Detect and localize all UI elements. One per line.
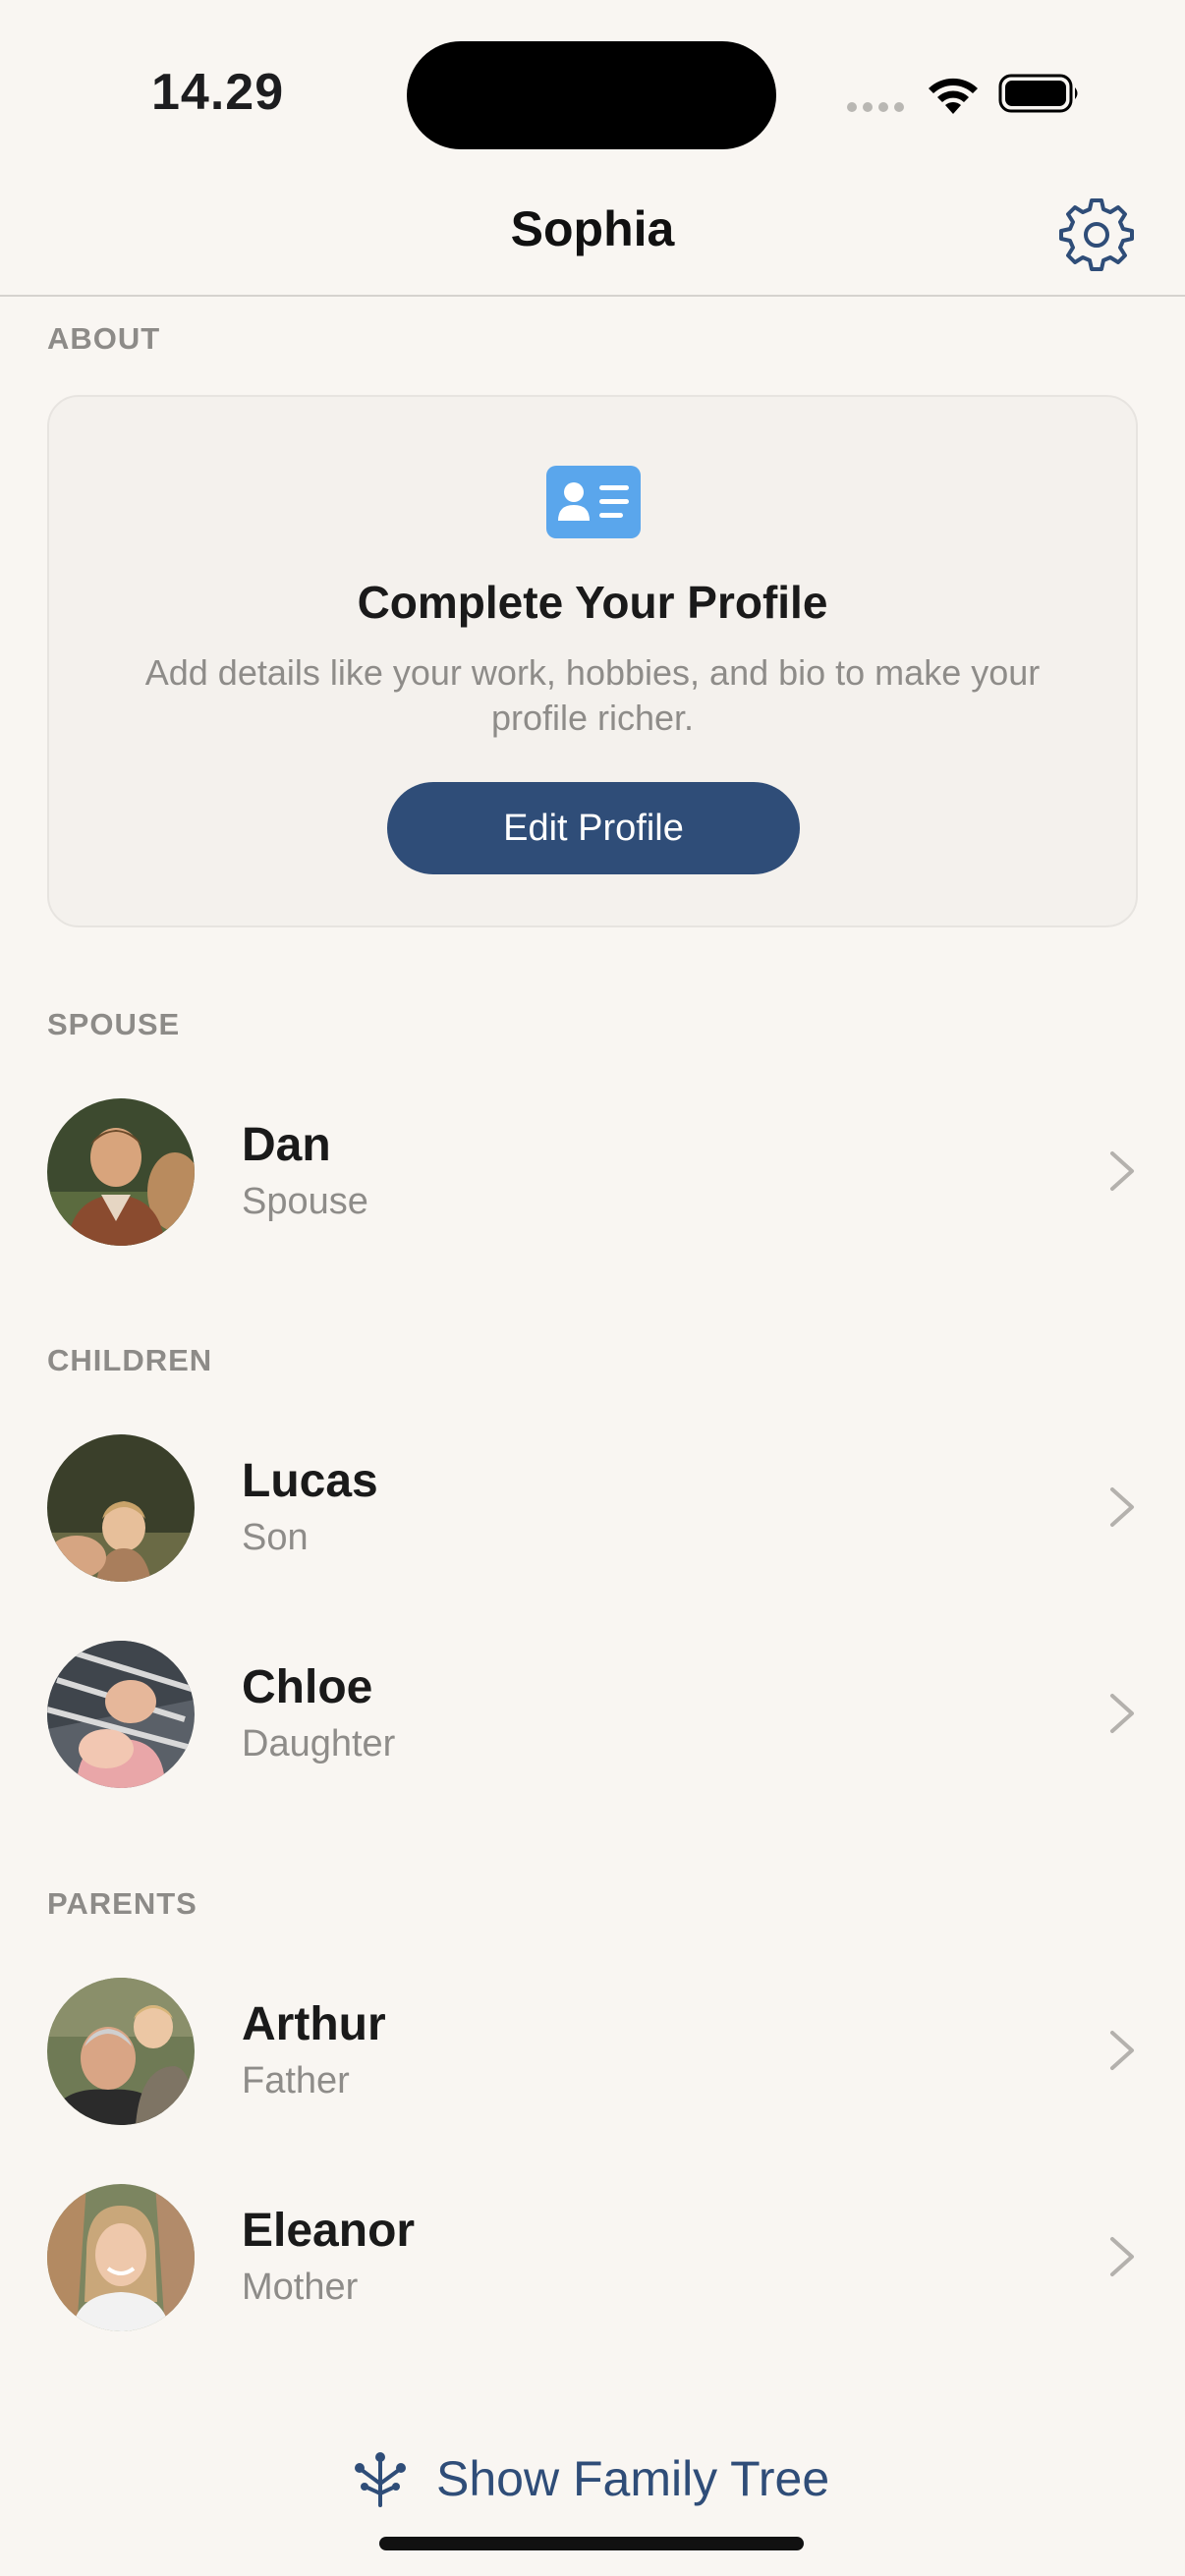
edit-profile-button[interactable]: Edit Profile — [387, 782, 800, 874]
wifi-icon — [929, 78, 978, 114]
cellular-signal-icon — [847, 102, 904, 112]
chevron-right-icon — [1110, 1487, 1134, 1527]
person-name: Dan — [242, 1119, 331, 1171]
status-bar: 14.29 — [0, 0, 1185, 177]
complete-profile-card: Complete Your Profile Add details like y… — [47, 395, 1138, 927]
section-header-parents: PARENTS — [47, 1886, 198, 1921]
avatar — [47, 2184, 195, 2331]
chevron-right-icon — [1110, 2031, 1134, 2070]
person-row-eleanor[interactable]: Eleanor Mother — [0, 2184, 1185, 2341]
person-name: Eleanor — [242, 2205, 416, 2257]
card-subtitle: Add details like your work, hobbies, and… — [144, 652, 1041, 738]
gear-icon — [1059, 198, 1134, 271]
status-time: 14.29 — [151, 64, 285, 121]
page-title: Sophia — [510, 201, 675, 256]
family-tree-icon — [355, 2452, 406, 2507]
person-name: Lucas — [242, 1455, 378, 1507]
contact-card-icon — [546, 466, 641, 538]
chevron-right-icon — [1110, 1151, 1134, 1191]
chevron-right-icon — [1110, 1694, 1134, 1733]
person-relation: Father — [242, 2060, 350, 2101]
person-name: Arthur — [242, 1998, 386, 2050]
chevron-right-icon — [1110, 2237, 1134, 2276]
section-header-children: CHILDREN — [47, 1343, 213, 1377]
person-relation: Spouse — [242, 1181, 368, 1222]
section-header-about: ABOUT — [47, 321, 161, 356]
card-title: Complete Your Profile — [357, 577, 828, 628]
battery-icon — [998, 74, 1078, 113]
dynamic-island — [407, 41, 776, 149]
person-relation: Mother — [242, 2267, 359, 2308]
show-family-tree-label: Show Family Tree — [436, 2451, 830, 2506]
person-row-arthur[interactable]: Arthur Father — [0, 1978, 1185, 2135]
home-indicator — [379, 2537, 804, 2550]
person-row-dan[interactable]: Dan Spouse — [0, 1098, 1185, 1256]
person-name: Chloe — [242, 1661, 373, 1713]
avatar — [47, 1641, 195, 1788]
avatar — [47, 1098, 195, 1246]
section-header-spouse: SPOUSE — [47, 1007, 181, 1041]
person-relation: Daughter — [242, 1723, 396, 1764]
show-family-tree-button[interactable]: Show Family Tree — [354, 2444, 829, 2513]
person-row-lucas[interactable]: Lucas Son — [0, 1434, 1185, 1592]
navigation-bar: Sophia — [0, 177, 1185, 297]
avatar — [47, 1978, 195, 2125]
person-row-chloe[interactable]: Chloe Daughter — [0, 1641, 1185, 1798]
settings-button[interactable] — [1059, 196, 1134, 271]
avatar — [47, 1434, 195, 1582]
person-relation: Son — [242, 1517, 309, 1558]
